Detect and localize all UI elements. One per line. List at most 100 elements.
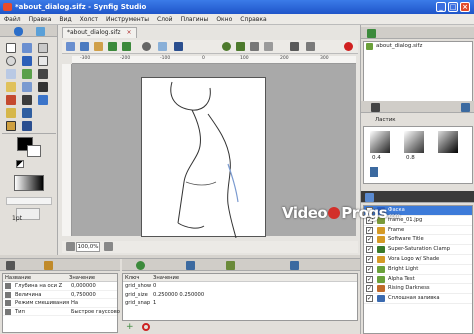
canvas-browser-tab-icon[interactable] <box>367 29 376 38</box>
metadata-tab-icon[interactable] <box>290 261 299 270</box>
metadata-row[interactable]: grid_show 0 <box>123 282 357 291</box>
text-tool-icon[interactable] <box>38 95 48 105</box>
brush-preset-1[interactable] <box>370 131 390 153</box>
show-handles-icon[interactable] <box>236 42 245 51</box>
layer-row[interactable]: ✓ Bright Light <box>364 265 472 275</box>
bone-setup-icon[interactable] <box>290 42 299 51</box>
menu-file[interactable]: Файл <box>0 14 25 25</box>
params-tab-icon[interactable] <box>6 261 15 270</box>
record-icon[interactable] <box>344 42 353 51</box>
param-row[interactable]: Величина 0,750000 <box>3 291 117 300</box>
library-tab-icon[interactable] <box>371 103 380 112</box>
document-tab[interactable]: *about_dialog.sifz × <box>62 27 137 38</box>
layer-row[interactable]: ✓ Alpha Test <box>364 275 472 285</box>
menu-edit[interactable]: Правка <box>25 14 56 25</box>
layer-row[interactable]: ✓ Сплошная заливка <box>364 294 472 304</box>
layers-tab-icon[interactable] <box>365 193 374 202</box>
zoom-tool-icon[interactable] <box>22 121 32 131</box>
gradient-tool-icon[interactable] <box>6 69 16 79</box>
menu-help[interactable]: Справка <box>236 14 270 25</box>
param-value[interactable]: 0,750000 <box>71 291 96 300</box>
tool-options-tab-icon[interactable] <box>36 27 45 36</box>
show-ducks-icon[interactable] <box>222 42 231 51</box>
param-row[interactable]: Режим смешивания На <box>3 299 117 308</box>
layer-visibility-checkbox[interactable]: ✓ <box>366 275 373 283</box>
close-tab-icon[interactable]: × <box>127 29 132 36</box>
eyedrop-tool-icon[interactable] <box>22 95 32 105</box>
menu-toolbox[interactable]: Инструменты <box>102 14 153 25</box>
tangent-icon[interactable] <box>250 42 259 51</box>
brush-tool-icon[interactable] <box>22 108 32 118</box>
layer-visibility-checkbox[interactable]: ✓ <box>366 285 373 293</box>
circle-tool-icon[interactable] <box>6 56 16 66</box>
render-icon[interactable] <box>66 42 75 51</box>
metadata-row[interactable]: grid_size 0.250000 0.250000 <box>123 291 357 300</box>
width-tool-icon[interactable] <box>38 82 48 92</box>
zoom-level[interactable]: 100,0% <box>76 242 100 252</box>
layer-row[interactable]: ✓ Frame <box>364 226 472 236</box>
menu-view[interactable]: Вид <box>55 14 75 25</box>
library-bottom-tab-icon[interactable] <box>136 261 145 270</box>
sound-tab-icon[interactable] <box>186 261 195 270</box>
add-key-icon[interactable]: + <box>126 322 134 332</box>
brushes-tab-icon[interactable] <box>461 103 470 112</box>
brush-preset-2[interactable] <box>404 131 424 153</box>
undo-icon[interactable] <box>108 42 117 51</box>
param-row[interactable]: Глубина на оси Z 0,000000 <box>3 282 117 291</box>
smooth-move-tool-icon[interactable] <box>22 43 32 53</box>
layer-visibility-checkbox[interactable]: ✓ <box>366 246 373 254</box>
menu-plugins[interactable]: Плагины <box>177 14 213 25</box>
layer-row[interactable]: ✓ Super-Saturation Clamp <box>364 245 472 255</box>
onion-skin-icon[interactable] <box>142 42 151 51</box>
metadata-value[interactable]: 0.250000 0.250000 <box>153 291 204 300</box>
zoom-in-icon[interactable] <box>104 242 113 251</box>
menu-canvas[interactable]: Холст <box>76 14 102 25</box>
menu-window[interactable]: Окно <box>212 14 236 25</box>
snap-grid-icon[interactable] <box>174 42 183 51</box>
param-row[interactable]: Тип Быстрое гауссово <box>3 308 120 316</box>
drawing-canvas[interactable] <box>141 77 266 239</box>
transform-tool-icon[interactable] <box>6 43 16 53</box>
param-value[interactable]: 0,000000 <box>71 282 96 291</box>
canvas-browser-item[interactable]: about_dialog.sifz <box>364 42 472 51</box>
star-tool-icon[interactable] <box>38 56 48 66</box>
cutout-tool-icon[interactable] <box>22 82 32 92</box>
gradient-swatch[interactable] <box>14 175 44 191</box>
close-button[interactable]: × <box>460 2 470 12</box>
save-icon[interactable] <box>94 42 103 51</box>
scale-tool-icon[interactable] <box>38 43 48 53</box>
show-grid-icon[interactable] <box>158 42 167 51</box>
menu-layer[interactable]: Слой <box>153 14 177 25</box>
zoom-out-icon[interactable] <box>66 242 75 251</box>
fill-color-swatch[interactable] <box>27 145 41 157</box>
remove-key-icon[interactable] <box>142 323 150 331</box>
rectangle-tool-icon[interactable] <box>22 56 32 66</box>
bone-tool-icon[interactable] <box>6 121 16 131</box>
preview-icon[interactable] <box>80 42 89 51</box>
layer-visibility-checkbox[interactable]: ✓ <box>366 226 373 234</box>
layer-row[interactable]: ✓ Rising Darkness <box>364 284 472 295</box>
width-handles-icon[interactable] <box>264 42 273 51</box>
brush-category-icon[interactable] <box>370 167 378 177</box>
metadata-value[interactable]: 0 <box>153 282 156 291</box>
quality-icon[interactable] <box>306 42 315 51</box>
timetrack-tab-icon[interactable] <box>226 261 235 270</box>
toolbox-tab-icon[interactable] <box>14 27 23 36</box>
layer-row[interactable]: ✓ Software Title <box>364 235 472 246</box>
polygon-tool-icon[interactable] <box>22 69 32 79</box>
maximize-button[interactable]: □ <box>448 2 458 12</box>
layer-visibility-checkbox[interactable]: ✓ <box>366 236 373 244</box>
metadata-value[interactable]: 1 <box>153 299 156 308</box>
draw-tool-icon[interactable] <box>6 82 16 92</box>
fill-tool-icon[interactable] <box>6 95 16 105</box>
layer-visibility-checkbox[interactable]: ✓ <box>366 295 373 303</box>
param-value[interactable]: На <box>71 299 78 308</box>
layer-row[interactable]: ✓ Vora Logo w/ Shade <box>364 255 472 265</box>
minimize-button[interactable]: _ <box>436 2 446 12</box>
sketch-tool-icon[interactable] <box>6 108 16 118</box>
brush-preset-3[interactable] <box>438 131 458 153</box>
reset-colors-icon[interactable] <box>16 160 24 168</box>
layer-visibility-checkbox[interactable]: ✓ <box>366 265 373 273</box>
redo-icon[interactable] <box>122 42 131 51</box>
metadata-row[interactable]: grid_snap 1 <box>123 299 357 308</box>
